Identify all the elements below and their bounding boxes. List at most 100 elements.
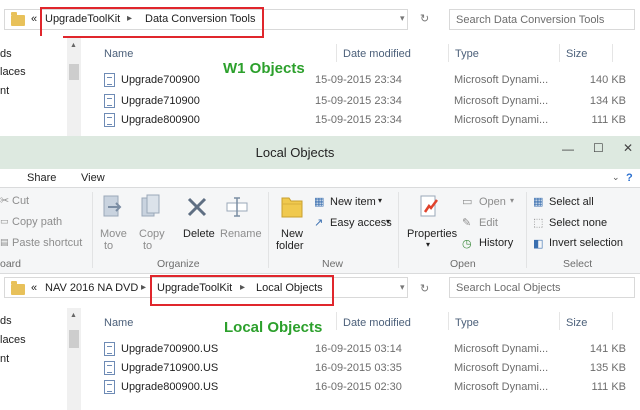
tab-share[interactable]: Share: [27, 172, 56, 184]
tab-view[interactable]: View: [81, 172, 105, 184]
delete-button[interactable]: Delete: [183, 228, 215, 240]
refresh-icon[interactable]: ↻: [420, 282, 429, 295]
easy-access-dropdown-icon[interactable]: ▾: [386, 217, 390, 226]
column-divider: [612, 44, 613, 62]
properties-button[interactable]: Properties: [407, 228, 457, 240]
search-placeholder: Search Data Conversion Tools: [456, 14, 605, 26]
file-row[interactable]: Upgrade710900 15-09-2015 23:34 Microsoft…: [84, 93, 640, 110]
paste-shortcut-icon[interactable]: ▤: [0, 237, 9, 248]
select-all-icon[interactable]: ▦: [533, 195, 543, 208]
new-item-icon[interactable]: ▦: [314, 195, 324, 208]
scroll-up-icon[interactable]: ▲: [70, 42, 77, 49]
top-nav-scrollbar[interactable]: ▲: [67, 38, 81, 136]
breadcrumb-nav-2016-na-dvd[interactable]: NAV 2016 NA DVD: [45, 282, 138, 294]
open-dropdown-icon[interactable]: ▾: [510, 196, 514, 205]
file-type: Microsoft Dynami...: [454, 381, 549, 393]
file-row[interactable]: Upgrade700900.US 16-09-2015 03:14 Micros…: [84, 341, 640, 358]
ribbon-collapse-icon[interactable]: ⌄: [612, 172, 620, 183]
move-to-button[interactable]: Move: [100, 228, 127, 240]
bottom-nav-scrollbar[interactable]: ▲: [67, 308, 81, 410]
nav-item[interactable]: laces: [0, 66, 26, 78]
file-icon: [104, 342, 115, 356]
nav-item[interactable]: ds: [0, 48, 12, 60]
column-header-name[interactable]: Name: [104, 48, 133, 60]
breadcrumb-overflow[interactable]: «: [31, 13, 37, 25]
file-icon: [104, 380, 115, 394]
edit-button[interactable]: Edit: [479, 217, 498, 229]
select-none-button[interactable]: Select none: [549, 217, 607, 229]
address-dropdown-icon[interactable]: ▾: [400, 13, 405, 24]
scroll-thumb[interactable]: [69, 64, 79, 80]
move-to-button-line2[interactable]: to: [104, 240, 113, 252]
copy-path-button[interactable]: Copy path: [12, 216, 62, 228]
file-name: Upgrade800900.US: [121, 381, 219, 393]
new-folder-button[interactable]: New: [281, 228, 303, 240]
ribbon-divider: [92, 192, 93, 268]
breadcrumb-separator-icon: ▸: [141, 282, 147, 293]
ribbon-divider: [398, 192, 399, 268]
column-header-type[interactable]: Type: [455, 48, 479, 60]
open-button[interactable]: Open: [479, 196, 506, 208]
column-header-size[interactable]: Size: [566, 317, 587, 329]
file-row[interactable]: Upgrade710900.US 16-09-2015 03:35 Micros…: [84, 360, 640, 377]
scroll-thumb[interactable]: [69, 330, 79, 348]
address-dropdown-icon[interactable]: ▾: [400, 282, 405, 293]
file-size: 134 KB: [589, 95, 626, 107]
refresh-icon[interactable]: ↻: [420, 12, 429, 25]
new-item-button[interactable]: New item: [330, 196, 376, 208]
top-navigation-pane: ds laces nt: [0, 36, 63, 136]
file-row[interactable]: Upgrade800900.US 16-09-2015 02:30 Micros…: [84, 379, 640, 396]
close-icon[interactable]: ✕: [623, 141, 633, 155]
copy-path-icon[interactable]: ▭: [0, 216, 9, 227]
easy-access-button[interactable]: Easy access: [330, 217, 392, 229]
select-none-icon[interactable]: ⬚: [533, 216, 543, 229]
edit-icon[interactable]: ✎: [462, 216, 471, 229]
group-label-organize: Organize: [157, 258, 200, 270]
nav-item[interactable]: ds: [0, 315, 12, 327]
top-search-input[interactable]: Search Data Conversion Tools: [449, 9, 635, 30]
properties-dropdown-icon[interactable]: ▾: [426, 240, 430, 249]
file-row[interactable]: Upgrade800900 15-09-2015 23:34 Microsoft…: [84, 112, 640, 129]
rename-icon: [226, 197, 248, 217]
easy-access-icon[interactable]: ↗: [314, 216, 323, 229]
nav-item[interactable]: nt: [0, 85, 9, 97]
bottom-search-input[interactable]: Search Local Objects: [449, 277, 635, 298]
column-divider: [612, 312, 613, 330]
open-icon[interactable]: ▭: [462, 195, 472, 208]
nav-item[interactable]: laces: [0, 334, 26, 346]
ribbon-divider: [526, 192, 527, 268]
copy-to-button[interactable]: Copy: [139, 228, 165, 240]
history-icon[interactable]: ◷: [462, 237, 472, 250]
file-name: Upgrade710900.US: [121, 362, 219, 374]
nav-item[interactable]: nt: [0, 353, 9, 365]
help-icon[interactable]: ?: [626, 172, 633, 184]
breadcrumb-overflow[interactable]: «: [31, 282, 37, 294]
invert-selection-icon[interactable]: ◧: [533, 237, 543, 250]
copy-to-button-line2[interactable]: to: [143, 240, 152, 252]
move-to-icon: [103, 195, 122, 217]
invert-selection-button[interactable]: Invert selection: [549, 237, 623, 249]
select-all-button[interactable]: Select all: [549, 196, 594, 208]
paste-shortcut-button[interactable]: Paste shortcut: [12, 237, 82, 249]
history-button[interactable]: History: [479, 237, 513, 249]
file-size: 111 KB: [591, 114, 626, 126]
column-header-date[interactable]: Date modified: [343, 317, 411, 329]
new-folder-button-line2[interactable]: folder: [276, 240, 304, 252]
file-row[interactable]: Upgrade700900 15-09-2015 23:34 Microsoft…: [84, 72, 640, 89]
cut-icon[interactable]: ✂: [0, 194, 9, 207]
file-date: 15-09-2015 23:34: [315, 95, 402, 107]
rename-button[interactable]: Rename: [220, 228, 262, 240]
new-item-dropdown-icon[interactable]: ▾: [378, 196, 382, 205]
maximize-icon[interactable]: ☐: [593, 141, 604, 155]
scroll-up-icon[interactable]: ▲: [70, 312, 77, 319]
file-name: Upgrade800900: [121, 114, 200, 126]
file-size: 111 KB: [591, 381, 626, 393]
column-header-date[interactable]: Date modified: [343, 48, 411, 60]
column-header-size[interactable]: Size: [566, 48, 587, 60]
folder-icon: [11, 12, 25, 26]
minimize-icon[interactable]: —: [562, 142, 574, 156]
column-header-name[interactable]: Name: [104, 317, 133, 329]
column-header-type[interactable]: Type: [455, 317, 479, 329]
cut-button[interactable]: Cut: [12, 195, 29, 207]
column-divider: [448, 312, 449, 330]
